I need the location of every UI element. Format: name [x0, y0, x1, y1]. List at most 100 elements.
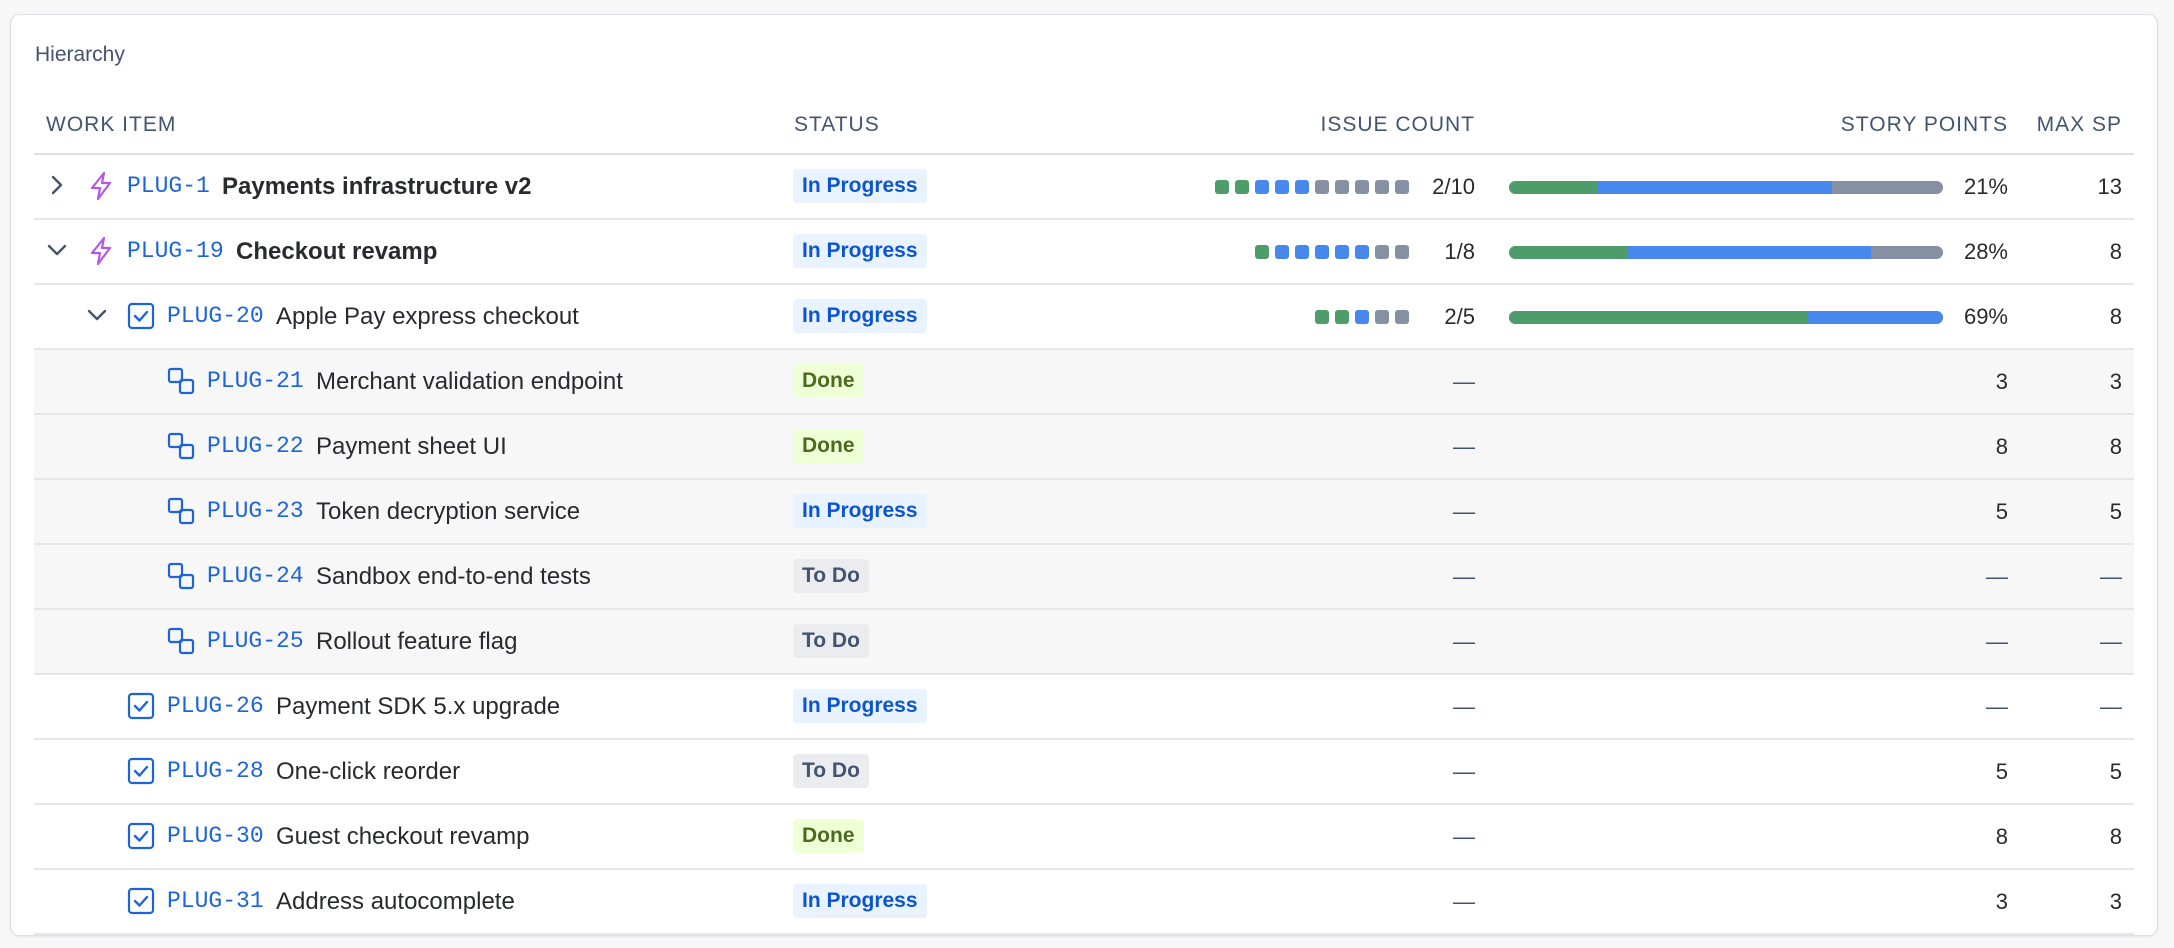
chevron-down-icon[interactable]	[86, 304, 108, 326]
work-item-summary[interactable]: Guest checkout revamp	[276, 805, 529, 868]
story-points-percent: 69%	[1963, 304, 2008, 329]
max-sp-value: 8	[2109, 824, 2122, 849]
table-row[interactable]: PLUG-20 Apple Pay express checkout In Prog…	[34, 285, 2134, 350]
work-item-key[interactable]: PLUG-21	[207, 350, 304, 413]
max-sp-value: —	[2100, 694, 2122, 719]
work-item-summary[interactable]: Checkout revamp	[236, 220, 437, 283]
table-row[interactable]: PLUG-24 Sandbox end-to-end tests To Do — — —	[34, 545, 2134, 610]
table-row[interactable]: PLUG-28 One-click reorder To Do — 5 5	[34, 740, 2134, 805]
progress-in-progress-segment	[1628, 246, 1872, 259]
work-item-summary[interactable]: Payments infrastructure v2	[222, 155, 531, 218]
progress-in-progress-segment	[1808, 311, 1943, 324]
chevron-right-icon[interactable]	[46, 174, 68, 196]
issue-count-segment	[1315, 180, 1329, 194]
table-row[interactable]: PLUG-21 Merchant validation endpoint Done —…	[34, 350, 2134, 415]
progress-done-segment	[1509, 246, 1629, 259]
work-item-summary[interactable]: Merchant validation endpoint	[316, 350, 623, 413]
issue-count-segment	[1315, 310, 1329, 324]
issue-count-value: 2/10	[1432, 174, 1475, 199]
max-sp-value: —	[2100, 564, 2122, 589]
hierarchy-table: WORK ITEM STATUS ISSUE COUNT STORY POINT…	[34, 101, 2134, 935]
progress-done-segment	[1509, 311, 1809, 324]
work-item-summary[interactable]: Address autocomplete	[276, 870, 515, 933]
status-lozenge[interactable]: In Progress	[793, 299, 927, 333]
work-item-summary[interactable]: Rollout feature flag	[316, 610, 517, 673]
work-item-summary[interactable]: Sandbox end-to-end tests	[316, 545, 591, 608]
column-header-status[interactable]: STATUS	[794, 113, 880, 137]
column-header-work-item[interactable]: WORK ITEM	[46, 113, 176, 137]
work-item-key[interactable]: PLUG-22	[207, 415, 304, 478]
chevron-down-icon[interactable]	[46, 239, 68, 261]
task-checkbox-icon	[126, 886, 156, 916]
status-lozenge[interactable]: Done	[793, 364, 864, 398]
subtask-icon	[166, 626, 196, 656]
issue-count-segment	[1335, 180, 1349, 194]
issue-count-segment	[1375, 245, 1389, 259]
column-header-issue-count[interactable]: ISSUE COUNT	[1320, 113, 1475, 137]
status-lozenge[interactable]: In Progress	[793, 884, 927, 918]
column-header-story-points[interactable]: STORY POINTS	[1841, 113, 2008, 137]
subtask-icon	[166, 561, 196, 591]
work-item-key[interactable]: PLUG-23	[207, 480, 304, 543]
table-row[interactable]: PLUG-19 Checkout revamp In Progress 1/8 28%…	[34, 220, 2134, 285]
table-row[interactable]: PLUG-26 Payment SDK 5.x upgrade In Progres…	[34, 675, 2134, 740]
status-lozenge[interactable]: In Progress	[793, 234, 927, 268]
issue-count-segment	[1315, 245, 1329, 259]
work-item-summary[interactable]: Payment sheet UI	[316, 415, 507, 478]
work-item-summary[interactable]: One-click reorder	[276, 740, 460, 803]
work-item-key[interactable]: PLUG-31	[167, 870, 264, 933]
status-lozenge[interactable]: In Progress	[793, 689, 927, 723]
max-sp-value: 5	[2109, 499, 2122, 524]
issue-count-value: —	[1453, 694, 1475, 719]
table-row[interactable]: PLUG-1 Payments infrastructure v2 In Progr…	[34, 155, 2134, 220]
subtask-icon	[166, 431, 196, 461]
progress-in-progress-segment	[1597, 181, 1833, 194]
max-sp-value: —	[2100, 629, 2122, 654]
status-lozenge[interactable]: To Do	[793, 754, 869, 788]
work-item-summary[interactable]: Payment SDK 5.x upgrade	[276, 675, 560, 738]
work-item-key[interactable]: PLUG-26	[167, 675, 264, 738]
issue-count-value: 2/5	[1444, 304, 1475, 329]
subtask-icon	[166, 496, 196, 526]
story-points-value: —	[1986, 564, 2008, 589]
work-item-summary[interactable]: Apple Pay express checkout	[276, 285, 579, 348]
work-item-key[interactable]: PLUG-20	[167, 285, 264, 348]
subtask-icon	[166, 366, 196, 396]
work-item-key[interactable]: PLUG-30	[167, 805, 264, 868]
table-row[interactable]: PLUG-23 Token decryption service In Progre…	[34, 480, 2134, 545]
issue-count-segment	[1335, 245, 1349, 259]
story-points-progress-bar	[1509, 246, 1943, 259]
table-body: PLUG-1 Payments infrastructure v2 In Progr…	[34, 155, 2134, 935]
epic-lightning-icon	[86, 236, 116, 266]
work-item-key[interactable]: PLUG-25	[207, 610, 304, 673]
max-sp-value: 8	[2109, 239, 2122, 264]
panel-title: Hierarchy	[35, 43, 125, 66]
story-points-progress-bar	[1509, 311, 1943, 324]
issue-count-value: 1/8	[1444, 239, 1475, 264]
table-row[interactable]: PLUG-22 Payment sheet UI Done — 8 8	[34, 415, 2134, 480]
issue-count-segment	[1355, 245, 1369, 259]
issue-count-segment	[1215, 180, 1229, 194]
work-item-key[interactable]: PLUG-1	[127, 155, 210, 218]
status-lozenge[interactable]: To Do	[793, 559, 869, 593]
table-row[interactable]: PLUG-31 Address autocomplete In Progress — 3…	[34, 870, 2134, 935]
issue-count-segment	[1275, 245, 1289, 259]
table-row[interactable]: PLUG-30 Guest checkout revamp Done — 8 8	[34, 805, 2134, 870]
work-item-summary[interactable]: Token decryption service	[316, 480, 580, 543]
story-points-value: 8	[1995, 824, 2008, 849]
work-item-key[interactable]: PLUG-19	[127, 220, 224, 283]
issue-count-segment	[1275, 180, 1289, 194]
story-points-value: 3	[1995, 369, 2008, 394]
status-lozenge[interactable]: In Progress	[793, 169, 927, 203]
status-lozenge[interactable]: In Progress	[793, 494, 927, 528]
column-header-max-sp[interactable]: MAX SP	[2037, 113, 2122, 137]
table-row[interactable]: PLUG-25 Rollout feature flag To Do — — —	[34, 610, 2134, 675]
issue-count-value: —	[1453, 629, 1475, 654]
work-item-key[interactable]: PLUG-24	[207, 545, 304, 608]
status-lozenge[interactable]: Done	[793, 429, 864, 463]
work-item-key[interactable]: PLUG-28	[167, 740, 264, 803]
status-lozenge[interactable]: Done	[793, 819, 864, 853]
status-lozenge[interactable]: To Do	[793, 624, 869, 658]
story-points-value: 3	[1995, 889, 2008, 914]
epic-lightning-icon	[86, 171, 116, 201]
